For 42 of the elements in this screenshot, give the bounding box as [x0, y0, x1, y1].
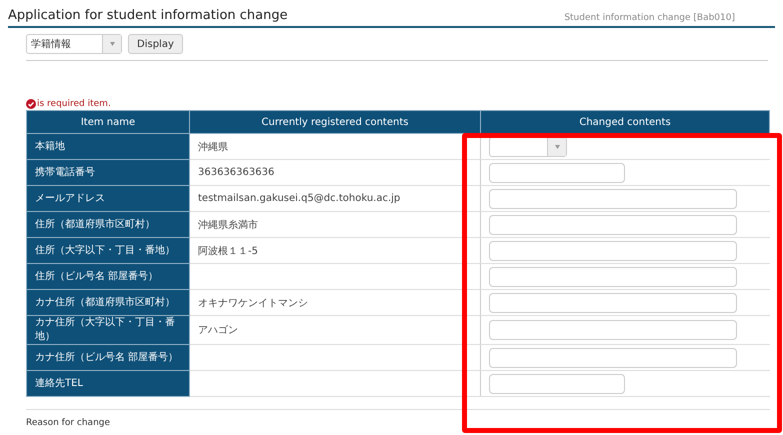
input-field[interactable] [489, 292, 737, 312]
item-name-cell: 住所（大字以下・丁目・番地） [26, 238, 190, 264]
current-value-cell: 沖縄県糸満市 [190, 212, 480, 238]
item-name-cell: 住所（都道府県市区町村） [26, 212, 190, 238]
item-name-cell: メールアドレス [26, 186, 190, 212]
column-header: Changed contents [480, 110, 770, 134]
input-field[interactable] [489, 240, 737, 260]
caret-icon [554, 144, 560, 148]
current-value-cell: アハゴン [190, 316, 480, 344]
screen-id: Student information change [Bab010] [564, 13, 735, 23]
current-value-cell: testmailsan.gakusei.q5@dc.tohoku.ac.jp [190, 186, 480, 212]
select-value: 学籍情報 [31, 38, 71, 51]
current-value-cell: オキナワケンイトマンシ [190, 290, 480, 316]
display-button[interactable]: Display [128, 34, 183, 54]
input-field[interactable] [489, 162, 625, 182]
input-field[interactable] [489, 188, 737, 208]
current-value-cell: 363636363636 [190, 160, 480, 186]
item-name-cell: カナ住所（都道府県市区町村） [26, 290, 190, 316]
item-name-cell: 住所（ビル号名 部屋番号） [26, 264, 190, 290]
required-note: is required item. [37, 99, 111, 109]
reason-label: Reason for change [26, 409, 770, 428]
dropdown-caret[interactable] [102, 35, 121, 53]
column-header: Item name [26, 110, 190, 134]
caret-icon [110, 42, 114, 46]
category-select[interactable]: 学籍情報 [26, 34, 122, 54]
required-icon [26, 99, 36, 109]
item-name-cell: カナ住所（大字以下・丁目・番地） [26, 316, 190, 344]
page-title: Application for student information change [8, 8, 288, 23]
dropdown-field[interactable] [489, 136, 567, 156]
input-field[interactable] [489, 266, 737, 286]
input-field[interactable] [489, 348, 737, 368]
current-value-cell: 沖縄県 [190, 134, 480, 160]
item-name-cell: 連絡先TEL [26, 370, 190, 396]
item-name-cell: 携帯電話番号 [26, 160, 190, 186]
current-value-cell: 阿波根１１-5 [190, 238, 480, 264]
column-header: Currently registered contents [190, 110, 480, 134]
item-name-cell: 本籍地 [26, 134, 190, 160]
input-field[interactable] [489, 374, 625, 394]
dropdown-caret[interactable] [547, 138, 566, 156]
input-field[interactable] [489, 320, 737, 340]
item-name-cell: カナ住所（ビル号名 部屋番号） [26, 344, 190, 370]
input-field[interactable] [489, 214, 737, 234]
